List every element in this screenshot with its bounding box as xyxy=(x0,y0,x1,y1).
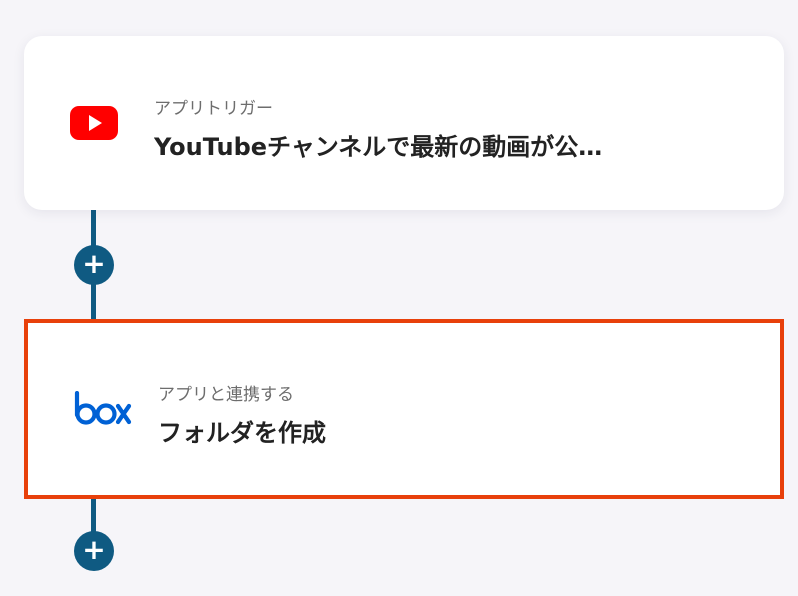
youtube-icon xyxy=(70,106,118,144)
plus-icon: + xyxy=(82,533,106,566)
box-logo-icon xyxy=(74,390,132,429)
step-title: フォルダを作成 xyxy=(158,419,326,447)
add-step-button[interactable]: + xyxy=(74,245,114,285)
step-type-label: アプリと連携する xyxy=(158,385,294,405)
action-step-card[interactable]: アプリと連携する フォルダを作成 xyxy=(24,319,784,499)
plus-icon: + xyxy=(82,247,106,280)
step-type-label: アプリトリガー xyxy=(154,99,273,119)
step-title: YouTubeチャンネルで最新の動画が公… xyxy=(154,133,603,161)
trigger-step-card[interactable]: アプリトリガー YouTubeチャンネルで最新の動画が公… xyxy=(24,36,784,210)
add-step-button[interactable]: + xyxy=(74,531,114,571)
